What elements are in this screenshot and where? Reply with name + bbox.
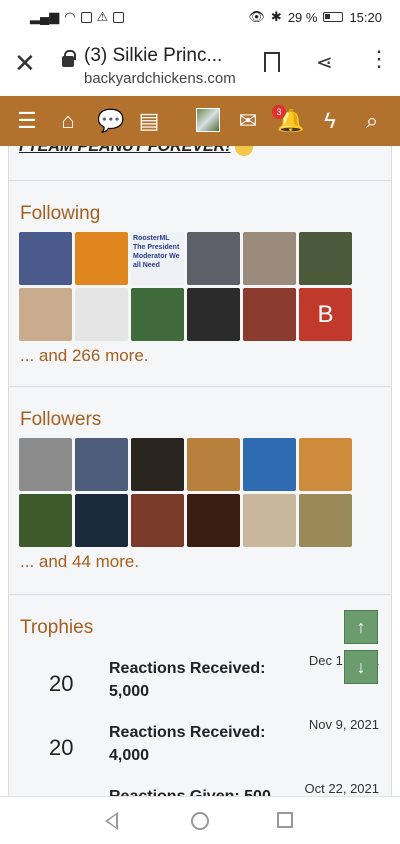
trophy-date: Oct 22, 2021 (304, 781, 379, 796)
trophy-points: 20 (49, 735, 74, 760)
bookmark-icon[interactable] (264, 52, 280, 72)
battery-percent: 29 % (287, 9, 318, 25)
eye-icon: 👁 (248, 9, 265, 24)
home-circle-icon[interactable] (191, 812, 209, 830)
following-title: Following (20, 203, 101, 224)
followers-more-link[interactable]: ... and 44 more. (20, 552, 139, 572)
more-vert-icon[interactable]: ⋮ (368, 48, 390, 70)
back-icon[interactable] (105, 812, 118, 830)
bolt-icon[interactable]: ϟ (318, 109, 342, 133)
warning-icon: ⚠ (96, 9, 109, 24)
following-avatar[interactable] (75, 232, 128, 285)
followers-avatar[interactable] (243, 494, 296, 547)
trophy-name: Reactions Received: 5,000 (109, 660, 266, 700)
trophies-title: Trophies (20, 617, 94, 638)
followers-avatar[interactable] (131, 438, 184, 491)
followers-avatar[interactable] (243, 438, 296, 491)
trophy-points: 20 (49, 671, 74, 696)
url-domain[interactable]: backyardchickens.com (84, 70, 236, 87)
notification-badge: 3 (272, 105, 286, 119)
browser-toolbar: ✕ (3) Silkie Princ... backyardchickens.c… (0, 34, 400, 96)
scroll-down-button[interactable]: ↓ (344, 650, 378, 684)
trophies-section: Trophies 20 Reactions Received: 5,000 De… (9, 594, 391, 796)
following-avatar[interactable]: RoosterML The President Moderator We all… (131, 232, 184, 285)
followers-avatar[interactable] (187, 494, 240, 547)
following-avatar[interactable] (19, 232, 72, 285)
followers-avatar[interactable] (299, 494, 352, 547)
site-navbar: ☰ ⌂ 💬 ▤ ✉ 🔔 3 ϟ ⌕ (0, 96, 400, 146)
status-icons-left: ▂▄▆ ◠ ⚠ (30, 9, 125, 25)
home-icon[interactable]: ⌂ (56, 109, 80, 133)
trophy-item: 10 Reactions Given: 500 Oct 22, 2021 (9, 781, 391, 796)
following-more-link[interactable]: ... and 266 more. (20, 346, 149, 366)
android-nav-bar (0, 796, 400, 844)
following-avatar[interactable] (187, 232, 240, 285)
following-avatar[interactable] (187, 288, 240, 341)
lock-icon[interactable] (62, 50, 76, 67)
following-avatar[interactable] (299, 232, 352, 285)
trophy-name: Reactions Given: 500 (109, 785, 289, 796)
clock: 15:20 (349, 9, 382, 25)
articles-icon[interactable]: ▤ (137, 109, 161, 133)
followers-grid (19, 438, 379, 547)
avatar[interactable] (196, 108, 220, 132)
trophy-item: 20 Reactions Received: 4,000 Nov 9, 2021 (9, 717, 391, 787)
followers-avatar[interactable] (19, 438, 72, 491)
trophy-item: 20 Reactions Received: 5,000 Dec 1, 2021 (9, 653, 391, 723)
battery-icon (323, 12, 344, 22)
wifi-icon: ◠ (64, 9, 76, 24)
forums-icon[interactable]: 💬 (97, 109, 124, 133)
emoji-icon (234, 146, 253, 156)
status-bar: ▂▄▆ ◠ ⚠ 👁 ✱ 29 % 15:20 (0, 0, 400, 34)
following-avatar-label: RoosterML The President Moderator We all… (133, 235, 180, 269)
following-avatar[interactable] (243, 288, 296, 341)
recents-icon[interactable] (277, 812, 293, 828)
following-avatar-label: B (317, 301, 334, 328)
close-icon[interactable]: ✕ (14, 50, 36, 76)
bluetooth-icon: ✱ (270, 9, 282, 24)
signal-icon: ▂▄▆ (30, 9, 60, 24)
followers-avatar[interactable] (299, 438, 352, 491)
profile-page: I TEAM PEANUT FOREVER! Following Rooster… (8, 146, 392, 796)
followers-avatar[interactable] (75, 438, 128, 491)
menu-icon[interactable]: ☰ (15, 109, 39, 133)
following-avatar[interactable] (243, 232, 296, 285)
notification-icon (80, 11, 92, 23)
followers-avatar[interactable] (75, 494, 128, 547)
sim-icon (113, 11, 125, 23)
following-grid: RoosterML The President Moderator We all… (19, 232, 379, 341)
tab-title[interactable]: (3) Silkie Princ... (84, 45, 222, 67)
share-icon[interactable]: ⋖ (316, 50, 333, 75)
signature-text: I TEAM PEANUT FOREVER! (19, 146, 253, 156)
followers-avatar[interactable] (131, 494, 184, 547)
followers-avatar[interactable] (187, 438, 240, 491)
status-icons-right: 👁 ✱ 29 % 15:20 (248, 9, 382, 25)
team-text: I TEAM PEANUT FOREVER! (19, 146, 231, 156)
following-avatar[interactable] (75, 288, 128, 341)
followers-avatar[interactable] (19, 494, 72, 547)
following-avatar[interactable] (131, 288, 184, 341)
followers-title: Followers (20, 409, 102, 430)
followers-section: Followers ... and 44 more. (9, 386, 391, 594)
following-avatar[interactable]: B (299, 288, 352, 341)
trophy-name: Reactions Received: 4,000 (109, 724, 266, 764)
mail-icon[interactable]: ✉ (236, 109, 260, 133)
trophy-date: Nov 9, 2021 (308, 717, 379, 732)
following-section: Following RoosterML The President Modera… (9, 180, 391, 386)
search-icon[interactable]: ⌕ (360, 109, 384, 133)
scroll-up-button[interactable]: ↑ (344, 610, 378, 644)
following-avatar[interactable] (19, 288, 72, 341)
